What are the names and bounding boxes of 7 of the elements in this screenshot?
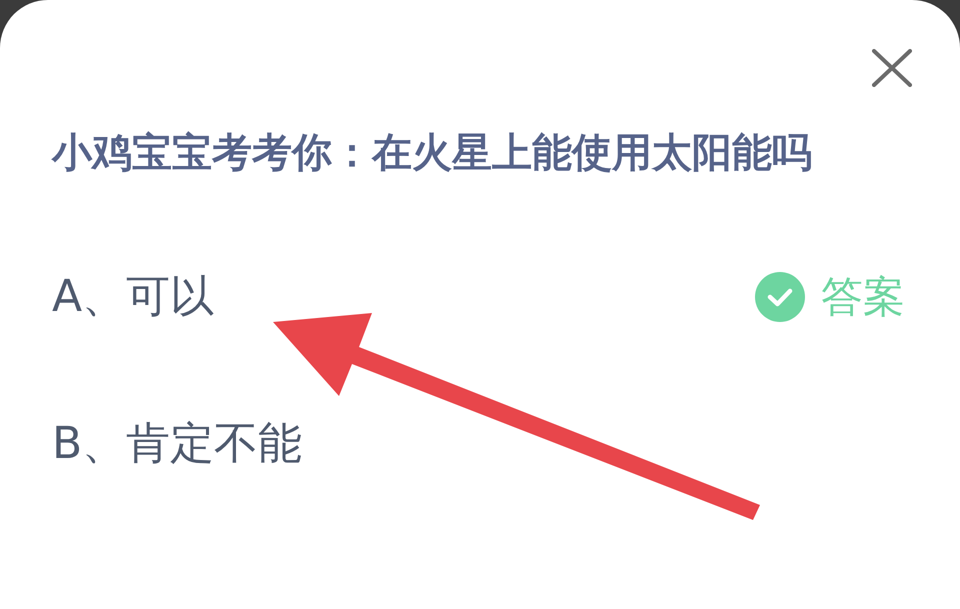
answer-option[interactable]: A、可以 (52, 271, 214, 323)
close-button[interactable] (872, 49, 912, 87)
question-title: 小鸡宝宝考考你：在火星上能使用太阳能吗 (52, 129, 813, 177)
close-icon (872, 49, 912, 87)
answer-option[interactable]: B、肯定不能 (52, 418, 302, 470)
answer-label: 答案 (821, 272, 905, 322)
check-icon (755, 272, 805, 322)
